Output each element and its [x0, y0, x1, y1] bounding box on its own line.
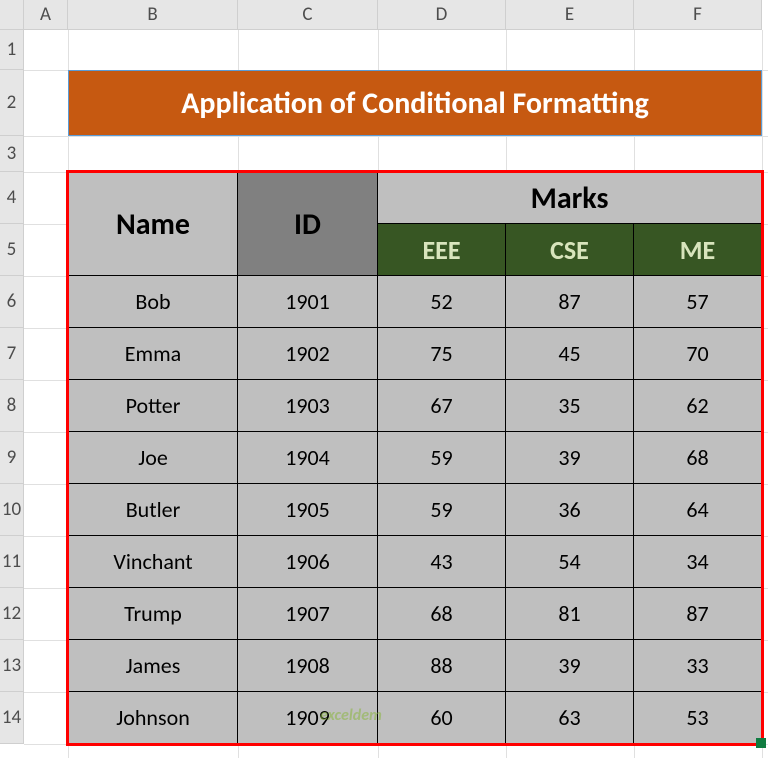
cell-id-row3[interactable]: 1903	[237, 379, 378, 432]
header-cse[interactable]: CSE	[505, 223, 634, 276]
cell-eee-row4[interactable]: 59	[377, 431, 506, 484]
spreadsheet: A B C D E F 1 2 3 4 5 6 7 8 9 10 11 12 1…	[0, 0, 768, 758]
header-name[interactable]: Name	[68, 172, 238, 276]
cell-name-row8[interactable]: James	[68, 639, 238, 692]
cell-me-row8[interactable]: 33	[633, 639, 762, 692]
col-header-A[interactable]: A	[24, 0, 68, 30]
cell-me-row3[interactable]: 62	[633, 379, 762, 432]
cell-id-row5[interactable]: 1905	[237, 483, 378, 536]
cell-id-row9[interactable]: 1909	[237, 691, 378, 744]
row-header-1[interactable]: 1	[0, 30, 24, 70]
cell-eee-row6[interactable]: 43	[377, 535, 506, 588]
cell-cse-row8[interactable]: 39	[505, 639, 634, 692]
row-header-12[interactable]: 12	[0, 588, 24, 640]
cell-name-row4[interactable]: Joe	[68, 431, 238, 484]
col-header-B[interactable]: B	[68, 0, 238, 30]
cell-id-row1[interactable]: 1901	[237, 275, 378, 328]
cell-cse-row9[interactable]: 63	[505, 691, 634, 744]
row-header-8[interactable]: 8	[0, 380, 24, 432]
cell-eee-row1[interactable]: 52	[377, 275, 506, 328]
row-header-5[interactable]: 5	[0, 224, 24, 276]
cell-id-row4[interactable]: 1904	[237, 431, 378, 484]
cell-eee-row9[interactable]: 60	[377, 691, 506, 744]
cell-me-row5[interactable]: 64	[633, 483, 762, 536]
title-cell[interactable]: Application of Conditional Formatting	[68, 70, 762, 136]
col-header-D[interactable]: D	[378, 0, 506, 30]
cell-cse-row3[interactable]: 35	[505, 379, 634, 432]
cell-me-row6[interactable]: 34	[633, 535, 762, 588]
row-header-3[interactable]: 3	[0, 136, 24, 172]
title-text: Application of Conditional Formatting	[181, 85, 649, 122]
cell-id-row2[interactable]: 1902	[237, 327, 378, 380]
cell-id-row8[interactable]: 1908	[237, 639, 378, 692]
row-header-7[interactable]: 7	[0, 328, 24, 380]
row-header-13[interactable]: 13	[0, 640, 24, 692]
select-all-corner[interactable]	[0, 0, 24, 30]
cell-cse-row2[interactable]: 45	[505, 327, 634, 380]
cell-cse-row1[interactable]: 87	[505, 275, 634, 328]
cell-name-row2[interactable]: Emma	[68, 327, 238, 380]
row-header-6[interactable]: 6	[0, 276, 24, 328]
cell-eee-row7[interactable]: 68	[377, 587, 506, 640]
col-header-E[interactable]: E	[506, 0, 634, 30]
row-header-11[interactable]: 11	[0, 536, 24, 588]
header-eee[interactable]: EEE	[377, 223, 506, 276]
header-marks[interactable]: Marks	[377, 172, 762, 224]
cell-cse-row7[interactable]: 81	[505, 587, 634, 640]
cell-name-row6[interactable]: Vinchant	[68, 535, 238, 588]
cell-id-row7[interactable]: 1907	[237, 587, 378, 640]
cell-eee-row8[interactable]: 88	[377, 639, 506, 692]
row-header-2[interactable]: 2	[0, 70, 24, 136]
row-header-10[interactable]: 10	[0, 484, 24, 536]
col-header-C[interactable]: C	[238, 0, 378, 30]
cell-cse-row4[interactable]: 39	[505, 431, 634, 484]
cell-cse-row5[interactable]: 36	[505, 483, 634, 536]
cell-name-row7[interactable]: Trump	[68, 587, 238, 640]
header-id[interactable]: ID	[237, 172, 378, 276]
cell-me-row1[interactable]: 57	[633, 275, 762, 328]
cell-me-row7[interactable]: 87	[633, 587, 762, 640]
header-me[interactable]: ME	[633, 223, 762, 276]
cell-eee-row2[interactable]: 75	[377, 327, 506, 380]
cell-name-row1[interactable]: Bob	[68, 275, 238, 328]
row-header-9[interactable]: 9	[0, 432, 24, 484]
cell-name-row5[interactable]: Butler	[68, 483, 238, 536]
cell-me-row2[interactable]: 70	[633, 327, 762, 380]
cell-name-row9[interactable]: Johnson	[68, 691, 238, 744]
row-header-4[interactable]: 4	[0, 172, 24, 224]
cell-eee-row3[interactable]: 67	[377, 379, 506, 432]
row-header-14[interactable]: 14	[0, 692, 24, 744]
cell-name-row3[interactable]: Potter	[68, 379, 238, 432]
col-header-F[interactable]: F	[634, 0, 762, 30]
cell-eee-row5[interactable]: 59	[377, 483, 506, 536]
cell-cse-row6[interactable]: 54	[505, 535, 634, 588]
cell-me-row9[interactable]: 53	[633, 691, 762, 744]
cell-me-row4[interactable]: 68	[633, 431, 762, 484]
cell-id-row6[interactable]: 1906	[237, 535, 378, 588]
